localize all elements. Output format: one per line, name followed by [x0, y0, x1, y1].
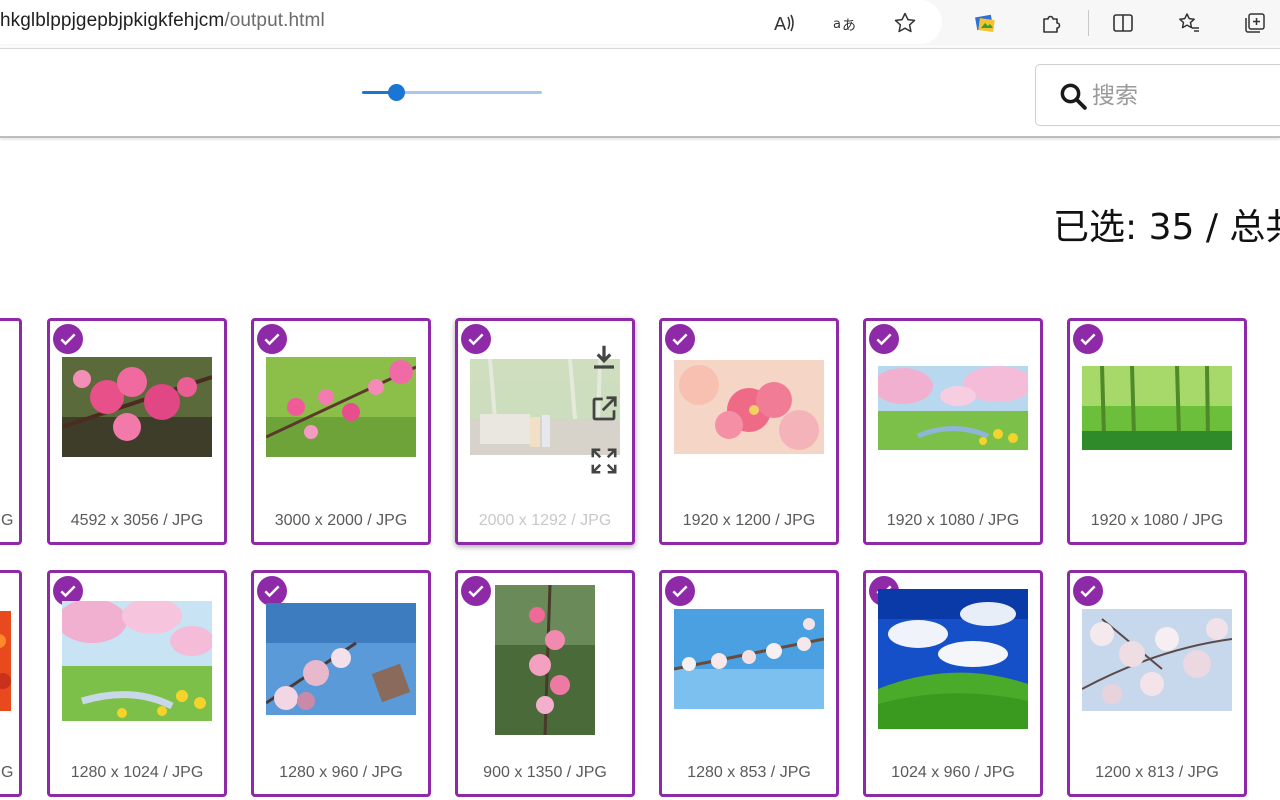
selected-check-icon[interactable] — [1073, 576, 1103, 606]
selected-check-icon[interactable] — [461, 576, 491, 606]
search-box[interactable] — [1035, 64, 1280, 126]
thumbnail-image — [62, 357, 212, 457]
thumbnail-image — [674, 609, 824, 709]
slider-thumb[interactable] — [388, 84, 406, 101]
thumbnail-image — [878, 366, 1028, 450]
favorites-list-icon[interactable] — [1172, 6, 1206, 40]
extension-image-icon[interactable] — [968, 6, 1002, 40]
browser-toolbar: hkglblppjgepbjpkigkfehjcm/output.html A … — [0, 0, 1280, 46]
thumbnail-image — [1082, 609, 1232, 711]
image-card[interactable]: 3000 x 2000 / JPG — [251, 318, 431, 545]
selected-check-icon[interactable] — [257, 576, 287, 606]
image-card[interactable]: 1280 x 853 / JPG — [659, 570, 839, 797]
open-external-icon[interactable] — [586, 391, 622, 427]
extensions-puzzle-icon[interactable] — [1034, 6, 1068, 40]
thumbnail-image — [1082, 366, 1232, 450]
image-card[interactable]: 1200 x 813 / JPG — [1067, 570, 1247, 797]
thumbnail-image — [674, 360, 824, 454]
svg-text:あ: あ — [842, 18, 856, 34]
image-card[interactable]: 1920 x 1080 / JPG — [863, 318, 1043, 545]
thumbnail-image — [266, 357, 416, 457]
search-input[interactable] — [1092, 79, 1280, 113]
selected-check-icon[interactable] — [665, 324, 695, 354]
svg-text:A: A — [774, 14, 787, 35]
favorite-star-icon[interactable] — [888, 6, 922, 40]
selected-check-icon[interactable] — [257, 324, 287, 354]
image-card[interactable]: 1920 x 1200 / JPG — [659, 318, 839, 545]
image-card[interactable]: 1280 x 1024 / JPG — [47, 570, 227, 797]
translate-icon[interactable]: aあ — [828, 6, 862, 40]
thumbnail-image — [878, 589, 1028, 729]
download-icon[interactable] — [586, 339, 622, 375]
selected-check-icon[interactable] — [1073, 324, 1103, 354]
image-card[interactable]: 1024 x 960 / JPG — [863, 570, 1043, 797]
selected-check-icon[interactable] — [53, 324, 83, 354]
thumbnail-image — [266, 603, 416, 715]
thumbnail-image — [62, 601, 212, 721]
thumbnail-image — [0, 611, 11, 711]
image-card-partial[interactable]: G — [0, 318, 22, 545]
selected-check-icon[interactable] — [461, 324, 491, 354]
image-card[interactable]: 1920 x 1080 / JPG — [1067, 318, 1247, 545]
image-card-partial[interactable]: G — [0, 570, 22, 797]
split-screen-icon[interactable] — [1106, 6, 1140, 40]
app-toolbar — [0, 48, 1280, 138]
read-aloud-icon[interactable]: A — [768, 6, 802, 40]
toolbar-divider — [1088, 10, 1089, 36]
svg-text:a: a — [833, 17, 841, 32]
image-card-hovered[interactable]: 2000 x 1292 / JPG — [455, 318, 635, 545]
selected-count: 已选: 35 / 总共 — [1053, 207, 1280, 248]
image-card[interactable]: 4592 x 3056 / JPG — [47, 318, 227, 545]
selected-check-icon[interactable] — [665, 576, 695, 606]
collections-icon[interactable] — [1238, 6, 1272, 40]
image-card[interactable]: 900 x 1350 / JPG — [455, 570, 635, 797]
zoom-slider[interactable] — [362, 84, 542, 101]
url-text: hkglblppjgepbjpkigkfehjcm/output.html — [0, 10, 325, 31]
fullscreen-icon[interactable] — [586, 443, 622, 479]
search-icon — [1060, 83, 1087, 110]
image-card[interactable]: 1280 x 960 / JPG — [251, 570, 431, 797]
thumbnail-image — [495, 585, 595, 735]
image-actions — [586, 339, 622, 495]
selected-check-icon[interactable] — [869, 324, 899, 354]
